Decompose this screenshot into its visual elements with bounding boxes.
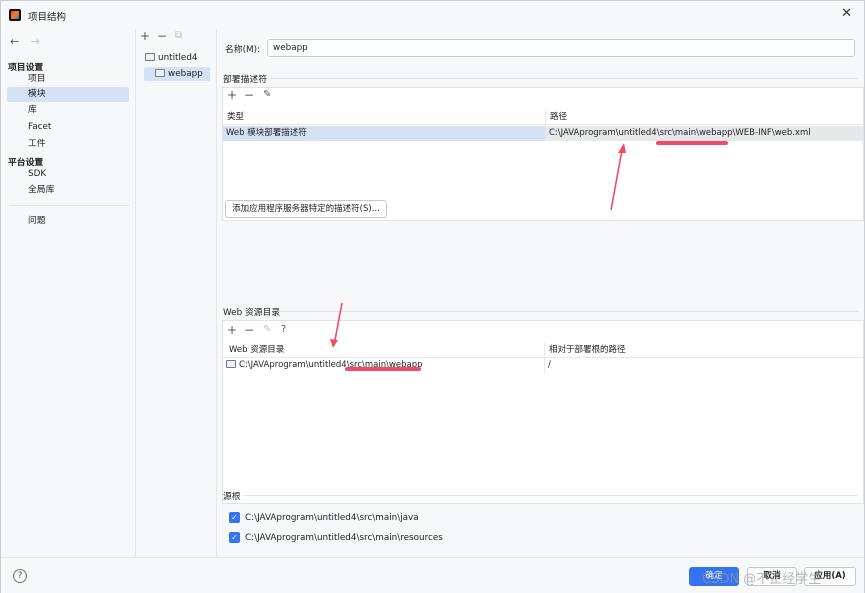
add-descriptor-icon[interactable]: + xyxy=(227,88,237,102)
source-roots-heading: 源根 xyxy=(223,492,241,502)
project-structure-window: 项目结构 ✕ ← → 项目设置 项目 模块 库 Facet 工件 平台设置 SD… xyxy=(0,0,865,593)
section-divider xyxy=(244,495,858,496)
close-icon[interactable]: ✕ xyxy=(841,6,852,21)
sidebar-item-global-libraries[interactable]: 全局库 xyxy=(7,183,129,198)
module-tree-label: untitled4 xyxy=(158,53,198,63)
module-folder-icon xyxy=(155,69,165,77)
edit-resource-icon[interactable]: ✎ xyxy=(263,324,271,335)
sidebar-item-artifacts[interactable]: 工件 xyxy=(7,137,129,152)
deploy-descriptor-panel: + − ✎ 类型 路径 Web 模块部署描述符 C:\JAVAprogram\u… xyxy=(222,87,864,221)
sidebar-item-facets[interactable]: Facet xyxy=(7,120,129,135)
module-detail-panel: 名称(M): webapp 部署描述符 + − ✎ 类型 路径 Web 模块部署… xyxy=(218,29,864,557)
col-header-type[interactable]: 类型 xyxy=(223,109,244,125)
web-resource-panel: + − ✎ ? Web 资源目录 相对于部署根的路径 C:\JAVAprogra… xyxy=(222,320,864,504)
module-name-input[interactable]: webapp xyxy=(267,39,855,57)
folder-icon xyxy=(226,360,236,368)
col-header-relative-path[interactable]: 相对于部署根的路径 xyxy=(545,342,626,358)
module-tree-label: webapp xyxy=(168,69,203,79)
table-row[interactable]: Web 模块部署描述符 xyxy=(223,126,545,141)
edit-descriptor-icon[interactable]: ✎ xyxy=(263,89,271,100)
settings-sidebar: ← → 项目设置 项目 模块 库 Facet 工件 平台设置 SDK 全局库 问… xyxy=(1,29,136,557)
section-divider xyxy=(278,311,858,312)
name-label: 名称(M): xyxy=(225,45,261,55)
col-header-path[interactable]: 路径 xyxy=(546,109,567,125)
sidebar-item-problems[interactable]: 问题 xyxy=(7,214,129,229)
forward-arrow-icon[interactable]: → xyxy=(31,35,40,48)
annotation-underline xyxy=(345,367,421,371)
deploy-table-header: 类型 路径 xyxy=(223,109,863,125)
module-tree-item-webapp[interactable]: webapp xyxy=(144,67,210,81)
add-server-descriptor-button[interactable]: 添加应用程序服务器特定的描述符(S)... xyxy=(225,200,387,218)
sidebar-item-libraries[interactable]: 库 xyxy=(7,103,129,118)
col-header-resource-dir[interactable]: Web 资源目录 xyxy=(225,342,284,358)
source-root-checkbox[interactable]: ✓ xyxy=(229,532,240,543)
nav-arrows: ← → xyxy=(10,35,48,48)
window-title: 项目结构 xyxy=(28,12,67,23)
watermark: CSDN @不正经学生 xyxy=(702,572,822,587)
help-icon[interactable]: ? xyxy=(13,569,27,583)
back-arrow-icon[interactable]: ← xyxy=(10,35,19,48)
table-row-relpath[interactable]: / xyxy=(545,358,745,373)
sidebar-item-modules[interactable]: 模块 xyxy=(7,87,129,102)
remove-module-icon[interactable]: − xyxy=(157,29,167,43)
help-icon[interactable]: ? xyxy=(281,324,286,335)
module-tree-item-untitled4[interactable]: untitled4 xyxy=(145,51,198,65)
copy-module-icon[interactable]: ⧉ xyxy=(175,30,182,41)
section-divider xyxy=(270,78,858,79)
intellij-logo-icon xyxy=(9,9,21,21)
sidebar-divider xyxy=(9,205,129,206)
resource-table-header: Web 资源目录 相对于部署根的路径 xyxy=(223,342,863,358)
web-resource-heading: Web 资源目录 xyxy=(223,308,281,318)
remove-descriptor-icon[interactable]: − xyxy=(244,88,254,102)
sidebar-item-project[interactable]: 项目 xyxy=(7,72,129,87)
modules-column: + − ⧉ untitled4 webapp xyxy=(137,29,217,557)
module-folder-icon xyxy=(145,53,155,61)
sidebar-item-sdk[interactable]: SDK xyxy=(7,167,129,182)
title-bar: 项目结构 ✕ xyxy=(1,1,864,29)
table-row-path[interactable]: C:\JAVAprogram\untitled4\src\main\webapp… xyxy=(546,126,863,141)
remove-resource-icon[interactable]: − xyxy=(244,323,254,337)
annotation-underline xyxy=(656,141,728,145)
source-root-checkbox[interactable]: ✓ xyxy=(229,512,240,523)
add-resource-icon[interactable]: + xyxy=(227,323,237,337)
source-root-label: C:\JAVAprogram\untitled4\src\main\java xyxy=(245,513,419,523)
deploy-descriptors-heading: 部署描述符 xyxy=(223,75,267,85)
source-root-label: C:\JAVAprogram\untitled4\src\main\resour… xyxy=(245,533,443,543)
add-module-icon[interactable]: + xyxy=(140,29,150,43)
